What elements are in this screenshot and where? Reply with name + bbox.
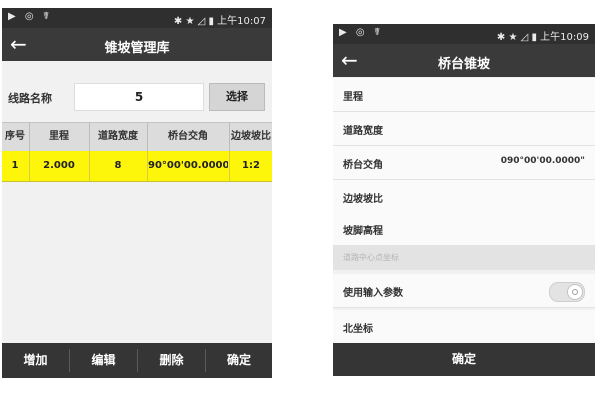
status-right: ✱ ★ ◿ ▮ 上午10:09 bbox=[497, 28, 589, 43]
col-header-mileage[interactable]: 里程 bbox=[30, 123, 88, 151]
page-title: 锥坡管理库 bbox=[104, 41, 170, 56]
col-header-slope-ratio[interactable]: 边坡坡比 bbox=[230, 123, 272, 151]
delete-button[interactable]: 删除 bbox=[138, 343, 205, 378]
toe-elevation-label: 坡脚高程 bbox=[343, 226, 383, 237]
confirm-button[interactable]: 确定 bbox=[206, 343, 272, 378]
cell-slope-ratio: 1:2 bbox=[242, 160, 260, 171]
app-bar: ← 锥坡管理库 bbox=[2, 28, 272, 61]
status-icons-left: ▶ ◎ ☤ bbox=[339, 27, 384, 38]
abutment-angle-label: 桥台交角 bbox=[343, 160, 383, 171]
cell-road-width: 8 bbox=[114, 160, 122, 171]
use-input-params-toggle[interactable] bbox=[549, 282, 585, 302]
mileage-label: 里程 bbox=[343, 92, 363, 103]
route-name-row: 线路名称 5 选择 bbox=[2, 79, 272, 116]
abutment-angle-value: 090°00'00.0000" bbox=[500, 156, 585, 166]
status-time: 上午10:09 bbox=[540, 32, 589, 43]
select-route-button[interactable]: 选择 bbox=[209, 83, 265, 111]
status-bar: ▶ ◎ ☤ ✱ ★ ◿ ▮ 上午10:09 bbox=[333, 24, 595, 44]
page-title: 桥台锥坡 bbox=[437, 57, 490, 72]
slope-ratio-label: 边坡坡比 bbox=[343, 194, 383, 205]
mileage-row[interactable]: 里程 bbox=[333, 78, 595, 112]
road-width-label: 道路宽度 bbox=[343, 126, 383, 137]
toe-elevation-row[interactable]: 坡脚高程 bbox=[333, 212, 595, 246]
col-header-road-width[interactable]: 道路宽度 bbox=[90, 123, 146, 151]
abutment-cone-slope-screen: ▶ ◎ ☤ ✱ ★ ◿ ▮ 上午10:09 ← 桥台锥坡 里程 道路宽度 桥台交… bbox=[333, 24, 595, 376]
status-right: ✱ ★ ◿ ▮ 上午10:07 bbox=[174, 12, 266, 27]
use-input-params-label: 使用输入参数 bbox=[343, 288, 403, 299]
add-button[interactable]: 增加 bbox=[2, 343, 69, 378]
cone-slope-library-screen: ▶ ◎ ☤ ✱ ★ ◿ ▮ 上午10:07 ← 锥坡管理库 线路名称 5 选择 … bbox=[2, 8, 272, 378]
cell-no: 1 bbox=[11, 160, 19, 171]
toggle-knob-icon bbox=[567, 284, 583, 300]
section-header: 道路中心点坐标 bbox=[333, 245, 595, 270]
abutment-angle-row[interactable]: 桥台交角 090°00'00.0000" bbox=[333, 146, 595, 180]
north-coordinate-row[interactable]: 北坐标 bbox=[333, 310, 595, 344]
table-header: 序号 里程 道路宽度 桥台交角 边坡坡比 bbox=[2, 122, 272, 152]
section-header-label: 道路中心点坐标 bbox=[343, 253, 399, 262]
app-bar: ← 桥台锥坡 bbox=[333, 44, 595, 77]
slope-ratio-row[interactable]: 边坡坡比 bbox=[333, 180, 595, 214]
col-header-abutment-angle[interactable]: 桥台交角 bbox=[148, 123, 228, 151]
road-width-row[interactable]: 道路宽度 bbox=[333, 112, 595, 146]
cell-abutment-angle: 90°00'00.0000" bbox=[148, 160, 228, 171]
confirm-button[interactable]: 确定 bbox=[333, 343, 595, 376]
edit-button[interactable]: 编辑 bbox=[70, 343, 137, 378]
status-icons-left: ▶ ◎ ☤ bbox=[8, 11, 53, 22]
bottom-action-bar: 增加 编辑 删除 确定 bbox=[2, 343, 272, 378]
route-name-label: 线路名称 bbox=[8, 92, 52, 105]
route-name-field[interactable]: 5 bbox=[74, 83, 204, 111]
table-row[interactable]: 1 2.000 8 90°00'00.0000" 1:2 bbox=[2, 151, 272, 182]
north-coordinate-label: 北坐标 bbox=[343, 324, 373, 335]
status-icons-right: ✱ ★ ◿ ▮ bbox=[496, 32, 537, 43]
cell-mileage: 2.000 bbox=[43, 160, 75, 171]
use-input-params-row: 使用输入参数 bbox=[333, 274, 595, 308]
status-icons-right: ✱ ★ ◿ ▮ bbox=[173, 16, 214, 27]
status-time: 上午10:07 bbox=[217, 16, 266, 27]
col-header-no[interactable]: 序号 bbox=[2, 123, 28, 151]
status-bar: ▶ ◎ ☤ ✱ ★ ◿ ▮ 上午10:07 bbox=[2, 8, 272, 28]
